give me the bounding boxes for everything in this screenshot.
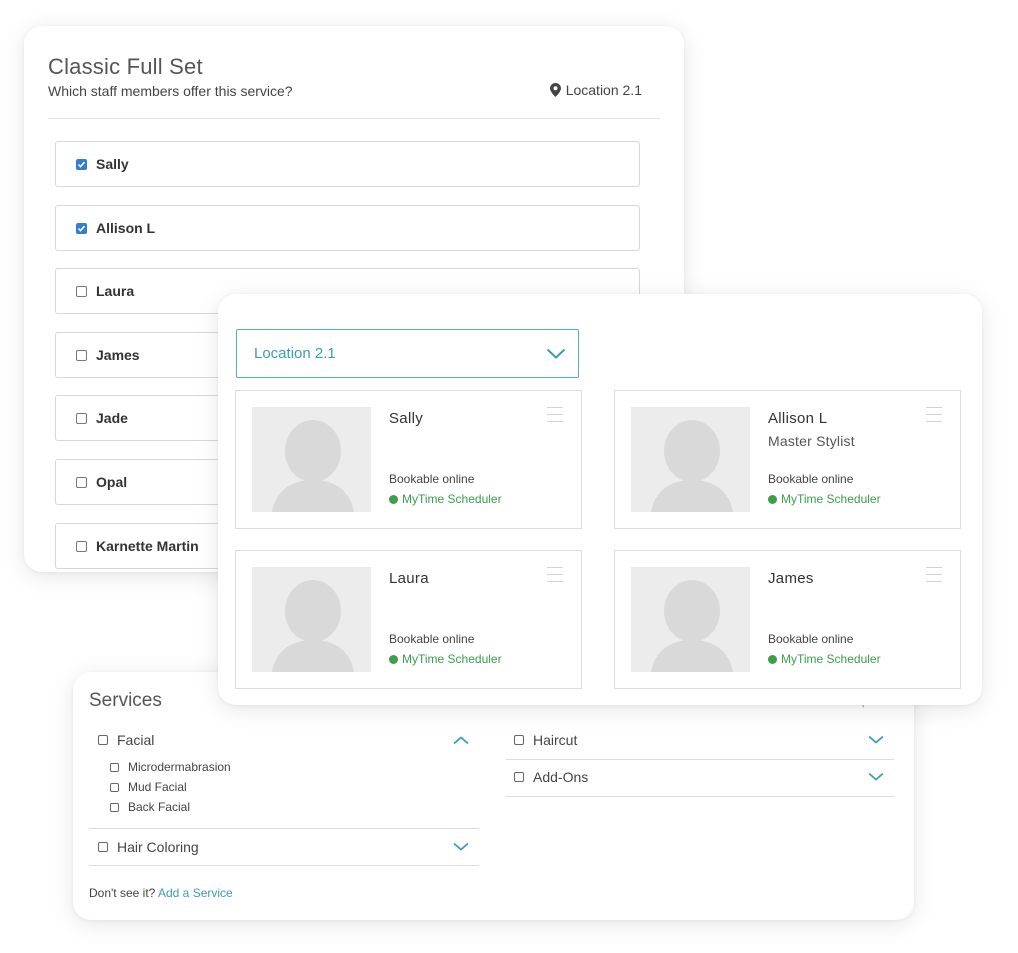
person-silhouette-icon: [631, 407, 750, 512]
staff-name: Laura: [96, 283, 135, 299]
staff-card-name: Sally: [389, 410, 424, 427]
check-icon: [77, 225, 86, 232]
check-icon: [77, 161, 86, 168]
service-item[interactable]: Mud Facial: [110, 780, 187, 794]
services-title: Services: [89, 690, 162, 711]
category-label: Haircut: [533, 732, 578, 748]
location-select[interactable]: Location 2.1: [236, 329, 579, 378]
staff-checkbox[interactable]: [76, 412, 87, 424]
service-label: Mud Facial: [128, 780, 187, 794]
divider: [89, 865, 479, 866]
services-panel: Services Select All | None Facial Microd…: [73, 672, 914, 920]
staff-name: Sally: [96, 156, 129, 172]
person-silhouette-icon: [252, 407, 371, 512]
chevron-down-icon: [546, 348, 566, 359]
divider: [506, 796, 894, 797]
footer-text: Don't see it?: [89, 886, 156, 900]
divider: [89, 828, 479, 829]
scheduler-status: MyTime Scheduler: [768, 492, 881, 506]
staff-card-role: Master Stylist: [768, 433, 855, 449]
avatar-placeholder: [631, 567, 750, 672]
staff-row-allison[interactable]: Allison L: [55, 205, 640, 251]
category-label: Facial: [117, 732, 155, 748]
status-dot-icon: [389, 654, 398, 664]
bookable-status: Bookable online: [389, 472, 475, 486]
service-label: Back Facial: [128, 800, 191, 814]
chevron-down-icon[interactable]: [868, 735, 884, 745]
drag-handle-icon[interactable]: [926, 567, 942, 588]
service-item[interactable]: Back Facial: [110, 800, 190, 814]
staff-name: James: [96, 347, 140, 363]
staff-checkbox[interactable]: [76, 158, 87, 170]
status-dot-icon: [389, 494, 398, 504]
staff-card-laura[interactable]: Laura Bookable online MyTime Scheduler: [235, 550, 582, 689]
chevron-down-icon[interactable]: [453, 842, 469, 852]
staff-card-james[interactable]: James Bookable online MyTime Scheduler: [614, 550, 961, 689]
service-checkbox[interactable]: [110, 782, 119, 792]
divider: [506, 759, 894, 760]
service-category-add-ons[interactable]: Add-Ons: [514, 767, 894, 787]
avatar-placeholder: [631, 407, 750, 512]
scheduler-status: MyTime Scheduler: [768, 652, 881, 666]
staff-checkbox[interactable]: [76, 349, 87, 361]
scheduler-status: MyTime Scheduler: [389, 492, 502, 506]
staff-checkbox[interactable]: [76, 540, 87, 552]
drag-handle-icon[interactable]: [926, 407, 942, 428]
bookable-status: Bookable online: [389, 632, 475, 646]
category-checkbox[interactable]: [98, 735, 108, 745]
category-checkbox[interactable]: [514, 772, 524, 782]
scheduler-label: MyTime Scheduler: [781, 492, 881, 506]
staff-card-name: Allison L: [768, 410, 828, 427]
chevron-up-icon[interactable]: [453, 736, 469, 745]
person-silhouette-icon: [631, 567, 750, 672]
staff-card-name: Laura: [389, 570, 429, 587]
service-checkbox[interactable]: [110, 802, 119, 812]
service-label: Microdermabrasion: [128, 760, 231, 774]
service-item[interactable]: Microdermabrasion: [110, 760, 231, 774]
map-pin-icon: [549, 83, 561, 97]
drag-handle-icon[interactable]: [547, 407, 563, 428]
scheduler-label: MyTime Scheduler: [402, 492, 502, 506]
scheduler-label: MyTime Scheduler: [402, 652, 502, 666]
bookable-status: Bookable online: [768, 632, 854, 646]
staff-row-sally[interactable]: Sally: [55, 141, 640, 187]
staff-name: Allison L: [96, 220, 156, 236]
service-checkbox[interactable]: [110, 762, 119, 772]
avatar-placeholder: [252, 567, 371, 672]
divider: [48, 118, 660, 119]
location-label: Location 2.1: [549, 82, 642, 98]
scheduler-label: MyTime Scheduler: [781, 652, 881, 666]
category-label: Hair Coloring: [117, 839, 199, 855]
add-service-footer: Don't see it? Add a Service: [89, 886, 233, 900]
staff-name: Karnette Martin: [96, 538, 199, 554]
category-checkbox[interactable]: [514, 735, 524, 745]
location-text: Location 2.1: [565, 82, 642, 98]
add-service-link[interactable]: Add a Service: [158, 886, 233, 900]
service-title: Classic Full Set: [48, 54, 203, 79]
service-category-hair-coloring[interactable]: Hair Coloring: [98, 837, 479, 857]
person-silhouette-icon: [252, 567, 371, 672]
chevron-down-icon[interactable]: [868, 772, 884, 782]
staff-card-sally[interactable]: Sally Bookable online MyTime Scheduler: [235, 390, 582, 529]
staff-name: Jade: [96, 410, 128, 426]
avatar-placeholder: [252, 407, 371, 512]
staff-card-name: James: [768, 570, 814, 587]
location-select-value: Location 2.1: [254, 345, 336, 362]
location-staff-panel: Location 2.1 Sally Bookable online MyTim…: [218, 294, 982, 705]
staff-question: Which staff members offer this service?: [48, 83, 293, 99]
staff-checkbox[interactable]: [76, 476, 87, 488]
bookable-status: Bookable online: [768, 472, 854, 486]
category-label: Add-Ons: [533, 769, 589, 785]
staff-checkbox[interactable]: [76, 222, 87, 234]
scheduler-status: MyTime Scheduler: [389, 652, 502, 666]
drag-handle-icon[interactable]: [547, 567, 563, 588]
status-dot-icon: [768, 494, 777, 504]
service-category-haircut[interactable]: Haircut: [514, 730, 894, 750]
service-category-facial[interactable]: Facial: [98, 730, 479, 750]
staff-checkbox[interactable]: [76, 285, 87, 297]
staff-card-allison[interactable]: Allison L Master Stylist Bookable online…: [614, 390, 961, 529]
staff-name: Opal: [96, 474, 128, 490]
category-checkbox[interactable]: [98, 842, 108, 852]
status-dot-icon: [768, 654, 777, 664]
